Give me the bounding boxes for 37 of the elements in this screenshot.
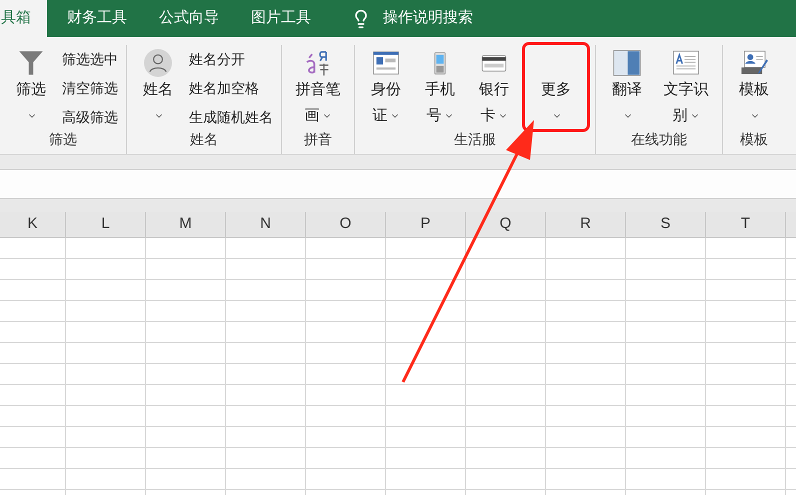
- ribbon-large-button[interactable]: 银行卡: [471, 45, 517, 129]
- ribbon-tab[interactable]: 图片工具: [251, 0, 311, 37]
- ribbon-large-button[interactable]: 文字识别: [658, 45, 714, 129]
- ribbon-large-button[interactable]: 更多: [525, 45, 587, 129]
- search-hint[interactable]: 操作说明搜索: [383, 7, 473, 30]
- ribbon-tab[interactable]: 财务工具: [67, 0, 127, 37]
- column-header[interactable]: R: [546, 212, 626, 237]
- ribbon-small-button[interactable]: 姓名加空格: [189, 76, 273, 100]
- column-header[interactable]: Q: [466, 212, 546, 237]
- group-label: 拼音: [303, 130, 333, 149]
- column-header[interactable]: P: [386, 212, 466, 237]
- ribbon-small-button[interactable]: 姓名分开: [189, 47, 273, 71]
- ribbon-large-button[interactable]: 姓名: [135, 45, 181, 129]
- ribbon-large-button[interactable]: 手机号: [417, 45, 463, 129]
- ribbon-small-button[interactable]: 清空筛选: [62, 76, 118, 100]
- ribbon-tab[interactable]: 公式向导: [159, 0, 219, 37]
- column-header[interactable]: T: [706, 212, 786, 237]
- column-header[interactable]: K: [0, 212, 66, 237]
- ribbon-small-button[interactable]: 筛选选中: [62, 47, 118, 71]
- group-label: 生活服: [453, 130, 497, 149]
- ribbon-large-button[interactable]: 筛选: [8, 45, 54, 129]
- column-header[interactable]: O: [306, 212, 386, 237]
- ribbon-large-button[interactable]: 身份证: [363, 45, 409, 129]
- group-label: 在线功能: [630, 130, 688, 149]
- column-header[interactable]: S: [626, 212, 706, 237]
- column-header[interactable]: N: [226, 212, 306, 237]
- column-header[interactable]: M: [146, 212, 226, 237]
- ribbon-large-button[interactable]: 翻译: [604, 45, 650, 129]
- group-label: 模板: [739, 130, 769, 149]
- ribbon-large-button[interactable]: 拼音笔画: [290, 45, 346, 129]
- ribbon-small-button[interactable]: 高级筛选: [62, 105, 118, 129]
- group-label: 筛选: [48, 130, 78, 149]
- ribbon-tab[interactable]: 具箱: [0, 0, 47, 37]
- ribbon-large-button[interactable]: 模板: [731, 45, 777, 129]
- ribbon-small-button[interactable]: 生成随机姓名: [189, 105, 273, 129]
- column-header[interactable]: L: [66, 212, 146, 237]
- group-label: 姓名: [189, 130, 219, 149]
